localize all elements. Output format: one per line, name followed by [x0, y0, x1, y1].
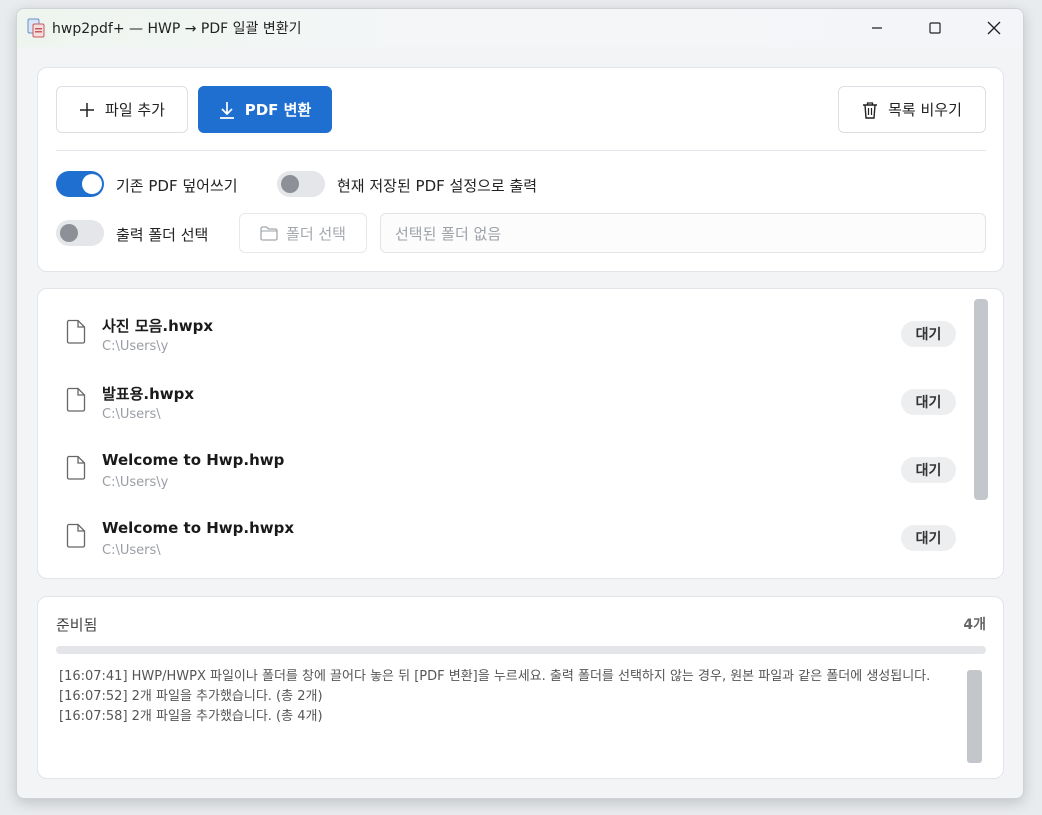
app-logo-icon: [27, 18, 45, 38]
app-window: hwp2pdf+ — HWP → PDF 일괄 변환기 파일 추가 PDF 변환…: [16, 8, 1024, 799]
file-path: C:\Users\: [102, 543, 161, 558]
status-text: 준비됨: [56, 616, 98, 634]
file-list-panel[interactable]: 사진 모음.hwpx C:\Users\y 대기 발표용.hwpx C:\Use…: [37, 288, 1004, 579]
folder-icon: [260, 225, 278, 241]
log-line: [16:07:52] 2개 파일을 추가했습니다. (총 2개): [59, 689, 323, 704]
document-icon: [66, 455, 86, 484]
overwrite-label: 기존 PDF 덮어쓰기: [116, 177, 238, 195]
file-name: 사진 모음.hwpx: [102, 317, 214, 335]
clear-list-button[interactable]: 목록 비우기: [838, 86, 986, 133]
overwrite-toggle[interactable]: [56, 171, 104, 197]
minimize-icon: [872, 27, 882, 29]
file-count: 4개: [963, 617, 986, 633]
output-folder-label: 출력 폴더 선택: [116, 226, 209, 244]
saved-settings-toggle[interactable]: [277, 171, 325, 197]
log-line: [16:07:41] HWP/HWPX 파일이나 폴더를 창에 끌어다 놓은 뒤…: [59, 669, 931, 684]
add-file-button[interactable]: 파일 추가: [56, 86, 188, 133]
file-name: 발표용.hwpx: [102, 385, 195, 403]
output-folder-path-field[interactable]: 선택된 폴더 없음: [380, 213, 986, 253]
maximize-button[interactable]: [912, 9, 958, 47]
status-badge: 대기: [901, 525, 956, 551]
window-title: hwp2pdf+ — HWP → PDF 일괄 변환기: [52, 21, 302, 37]
file-list-item[interactable]: Welcome to Hwp.hwpx C:\Users\ 대기: [38, 515, 968, 583]
toolbar-panel: 파일 추가 PDF 변환 목록 비우기 기존 PDF 덮어쓰기 현재 저장된 P…: [37, 67, 1004, 272]
document-icon: [66, 387, 86, 416]
close-button[interactable]: [971, 9, 1017, 47]
progress-bar: [56, 646, 986, 654]
document-icon: [66, 319, 86, 348]
output-folder-toggle[interactable]: [56, 220, 104, 246]
clear-list-label: 목록 비우기: [888, 101, 962, 119]
log-output[interactable]: [16:07:41] HWP/HWPX 파일이나 폴더를 창에 끌어다 놓은 뒤…: [59, 667, 959, 727]
convert-pdf-button[interactable]: PDF 변환: [198, 86, 332, 133]
file-path: C:\Users\: [102, 407, 161, 422]
file-name: Welcome to Hwp.hwp: [102, 451, 285, 469]
convert-pdf-label: PDF 변환: [244, 101, 312, 119]
file-list-item[interactable]: 사진 모음.hwpx C:\Users\y 대기: [38, 311, 968, 379]
download-icon: [219, 101, 234, 119]
close-icon: [987, 21, 1001, 35]
title-bar[interactable]: hwp2pdf+ — HWP → PDF 일괄 변환기: [17, 9, 1023, 47]
file-name: Welcome to Hwp.hwpx: [102, 519, 295, 537]
plus-icon: [80, 102, 95, 117]
folder-path-placeholder: 선택된 폴더 없음: [395, 224, 502, 243]
minimize-button[interactable]: [854, 9, 900, 47]
maximize-icon: [929, 22, 941, 34]
file-path: C:\Users\y: [102, 339, 169, 354]
document-icon: [66, 523, 86, 552]
add-file-label: 파일 추가: [105, 101, 165, 119]
trash-icon: [863, 101, 878, 119]
toolbar-divider: [56, 150, 986, 151]
file-list-item[interactable]: Welcome to Hwp.hwp C:\Users\y 대기: [38, 447, 968, 515]
log-line: [16:07:58] 2개 파일을 추가했습니다. (총 4개): [59, 709, 323, 724]
status-badge: 대기: [901, 389, 956, 415]
status-badge: 대기: [901, 457, 956, 483]
saved-settings-label: 현재 저장된 PDF 설정으로 출력: [337, 177, 538, 195]
select-folder-button[interactable]: 폴더 선택: [239, 213, 367, 253]
log-scrollbar[interactable]: [967, 670, 982, 763]
status-badge: 대기: [901, 321, 956, 347]
file-list-scrollbar[interactable]: [974, 299, 988, 500]
file-path: C:\Users\y: [102, 475, 169, 490]
file-list-item[interactable]: 발표용.hwpx C:\Users\ 대기: [38, 379, 968, 447]
log-panel: 준비됨 4개 [16:07:41] HWP/HWPX 파일이나 폴더를 창에 끌…: [37, 596, 1004, 779]
select-folder-label: 폴더 선택: [286, 224, 346, 243]
